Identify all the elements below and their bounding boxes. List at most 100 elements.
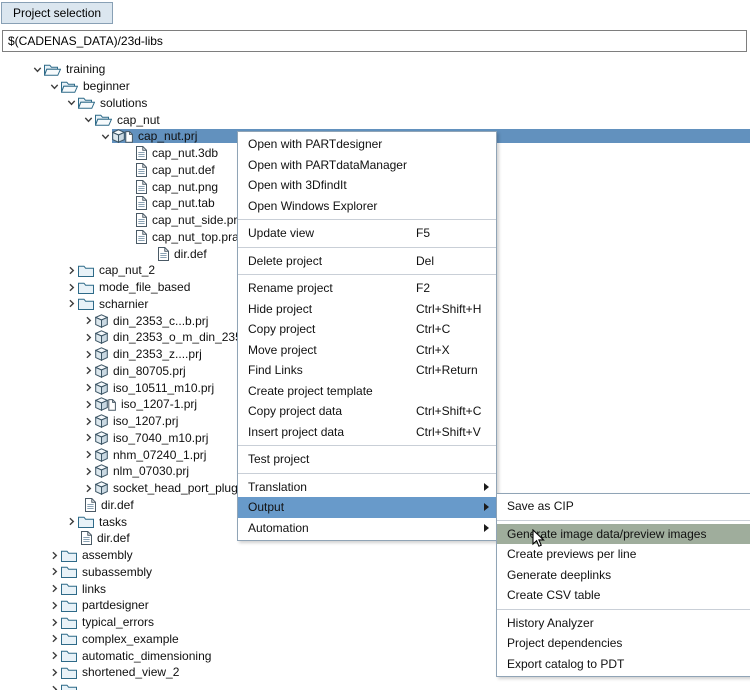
tab-label: Project selection: [13, 6, 101, 20]
chevron-right-icon[interactable]: [81, 316, 95, 325]
document-icon: [136, 213, 147, 227]
chevron-right-icon[interactable]: [81, 400, 95, 409]
chevron-down-icon[interactable]: [47, 82, 61, 91]
chevron-down-icon[interactable]: [81, 115, 95, 124]
menu-item-label: Automation: [248, 521, 484, 535]
folder-icon: [61, 582, 77, 595]
menu-item-rename-project[interactable]: Rename projectF2: [238, 278, 496, 299]
folder-open-icon: [78, 96, 95, 109]
menu-item-label: Hide project: [248, 302, 416, 316]
tree-item-label: cap_nut: [115, 113, 162, 127]
menu-item-insert-project-data[interactable]: Insert project dataCtrl+Shift+V: [238, 422, 496, 443]
chevron-right-icon[interactable]: [81, 433, 95, 442]
project-cube-icon: [95, 364, 108, 378]
project-cube-icon: [95, 414, 108, 428]
menu-separator: [238, 473, 496, 474]
tree-item-label: typical_errors: [80, 615, 156, 629]
menu-item-generate-deeplinks[interactable]: Generate deeplinks: [497, 565, 750, 586]
menu-item-test-project[interactable]: Test project: [238, 449, 496, 470]
menu-item-copy-project-data[interactable]: Copy project dataCtrl+Shift+C: [238, 401, 496, 422]
tree-row[interactable]: cap_nut: [0, 111, 750, 128]
chevron-right-icon[interactable]: [47, 567, 61, 576]
tree-row[interactable]: [0, 681, 750, 690]
chevron-right-icon[interactable]: [64, 283, 78, 292]
menu-item-delete-project[interactable]: Delete projectDel: [238, 251, 496, 272]
menu-item-find-links[interactable]: Find LinksCtrl+Return: [238, 360, 496, 381]
tree-item-label: beginner: [81, 79, 132, 93]
chevron-right-icon[interactable]: [47, 668, 61, 677]
menu-shortcut: Ctrl+Shift+V: [416, 425, 492, 439]
chevron-right-icon[interactable]: [47, 618, 61, 627]
tree-row[interactable]: beginner: [0, 78, 750, 95]
tree-item-label: mode_file_based: [97, 280, 192, 294]
menu-shortcut: Del: [416, 254, 492, 268]
menu-item-open-with-3dfindit[interactable]: Open with 3DfindIt: [238, 175, 496, 196]
chevron-down-icon[interactable]: [64, 98, 78, 107]
menu-item-save-as-cip[interactable]: Save as CIP: [497, 496, 750, 517]
menu-item-open-with-partdesigner[interactable]: Open with PARTdesigner: [238, 134, 496, 155]
menu-separator: [497, 520, 750, 521]
folder-icon: [78, 297, 94, 310]
menu-item-open-with-partdatamanager[interactable]: Open with PARTdataManager: [238, 155, 496, 176]
menu-shortcut: Ctrl+C: [416, 322, 492, 336]
tree-item-label: subassembly: [80, 565, 154, 579]
tab-project-selection[interactable]: Project selection: [1, 2, 113, 24]
mouse-cursor-icon: [532, 529, 545, 553]
menu-item-label: Open with PARTdataManager: [248, 158, 492, 172]
project-cube-document-icon: [112, 129, 133, 143]
folder-icon: [61, 549, 77, 562]
folder-open-icon: [95, 113, 112, 126]
menu-item-label: Update view: [248, 226, 416, 240]
menu-item-output[interactable]: Output: [238, 497, 496, 518]
chevron-right-icon[interactable]: [81, 350, 95, 359]
menu-shortcut: Ctrl+Shift+C: [416, 404, 492, 418]
chevron-down-icon[interactable]: [30, 65, 44, 74]
menu-item-history-analyzer[interactable]: History Analyzer: [497, 613, 750, 634]
chevron-right-icon[interactable]: [47, 634, 61, 643]
tree-item-label: iso_1207-1.prj: [119, 397, 199, 411]
tree-item-label: cap_nut_2: [97, 263, 157, 277]
chevron-right-icon[interactable]: [47, 685, 61, 690]
tree-item-label: cap_nut.def: [150, 163, 217, 177]
menu-item-create-csv-table[interactable]: Create CSV table: [497, 585, 750, 606]
chevron-right-icon[interactable]: [47, 584, 61, 593]
chevron-right-icon[interactable]: [47, 551, 61, 560]
tree-row[interactable]: solutions: [0, 95, 750, 112]
menu-item-move-project[interactable]: Move projectCtrl+X: [238, 340, 496, 361]
tree-item-label: iso_1207.prj: [111, 414, 180, 428]
menu-item-translation[interactable]: Translation: [238, 477, 496, 498]
chevron-right-icon[interactable]: [47, 651, 61, 660]
catalog-path-input[interactable]: [2, 30, 747, 52]
menu-item-project-dependencies[interactable]: Project dependencies: [497, 633, 750, 654]
tree-item-label: din_80705.prj: [111, 364, 188, 378]
folder-open-icon: [61, 80, 78, 93]
chevron-right-icon[interactable]: [64, 266, 78, 275]
chevron-right-icon[interactable]: [81, 450, 95, 459]
chevron-right-icon[interactable]: [81, 366, 95, 375]
chevron-right-icon[interactable]: [81, 467, 95, 476]
menu-item-copy-project[interactable]: Copy projectCtrl+C: [238, 319, 496, 340]
chevron-right-icon[interactable]: [81, 333, 95, 342]
tree-item-label: cap_nut.3db: [150, 146, 220, 160]
menu-item-label: Find Links: [248, 363, 416, 377]
menu-item-create-project-template[interactable]: Create project template: [238, 381, 496, 402]
chevron-down-icon[interactable]: [98, 132, 112, 141]
chevron-right-icon[interactable]: [81, 484, 95, 493]
menu-item-export-catalog-to-pdt[interactable]: Export catalog to PDT: [497, 654, 750, 675]
tree-row[interactable]: training: [0, 61, 750, 78]
chevron-right-icon[interactable]: [81, 383, 95, 392]
chevron-right-icon[interactable]: [64, 299, 78, 308]
chevron-right-icon[interactable]: [64, 517, 78, 526]
tree-item-label: nhm_07240_1.prj: [111, 448, 208, 462]
menu-item-hide-project[interactable]: Hide projectCtrl+Shift+H: [238, 299, 496, 320]
menu-item-open-windows-explorer[interactable]: Open Windows Explorer: [238, 196, 496, 217]
project-cube-icon: [95, 330, 108, 344]
output-submenu: Save as CIPGenerate image data/preview i…: [496, 493, 750, 677]
tree-item-label: complex_example: [80, 632, 181, 646]
chevron-right-icon[interactable]: [81, 417, 95, 426]
tree-item-label: dir.def: [172, 247, 209, 261]
menu-item-update-view[interactable]: Update viewF5: [238, 223, 496, 244]
menu-separator: [238, 247, 496, 248]
menu-item-automation[interactable]: Automation: [238, 518, 496, 539]
chevron-right-icon[interactable]: [47, 601, 61, 610]
